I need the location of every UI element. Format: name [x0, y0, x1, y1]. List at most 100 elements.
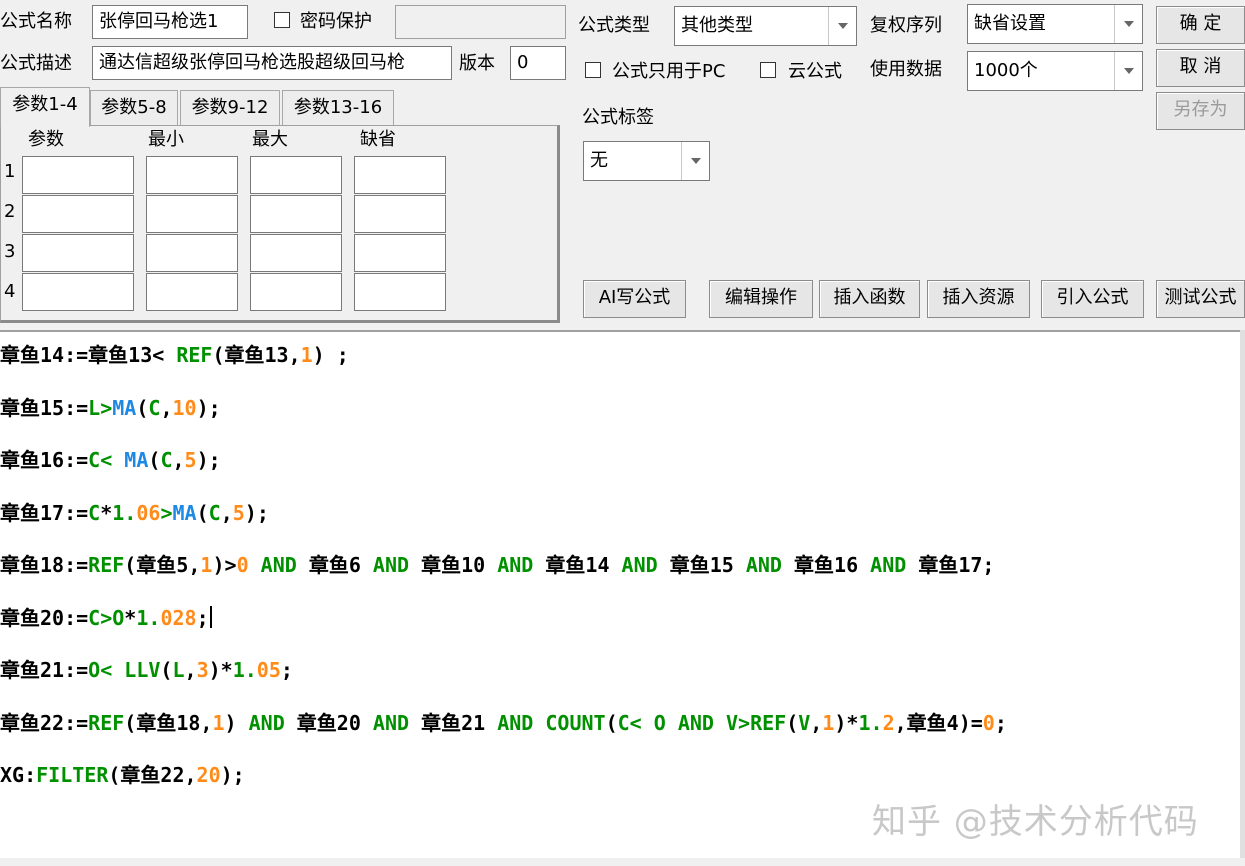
- param-default-input[interactable]: [354, 234, 446, 272]
- param-min-input[interactable]: [146, 234, 238, 272]
- code-token: 章鱼17;: [918, 553, 995, 577]
- code-token: REF: [88, 710, 125, 735]
- password-input[interactable]: [395, 5, 566, 39]
- formula-type-value: 其他类型: [681, 15, 753, 36]
- code-token: ,: [160, 395, 173, 420]
- code-token: ;: [994, 710, 1007, 735]
- code-token: 1.: [136, 605, 161, 630]
- chevron-down-icon[interactable]: [681, 142, 709, 180]
- code-token: (: [160, 658, 173, 682]
- code-token: ,: [184, 658, 197, 682]
- insert-function-button[interactable]: 插入函数: [819, 280, 920, 318]
- data-count-select[interactable]: 1000个: [967, 51, 1143, 91]
- code-token: 章鱼17:=: [0, 500, 89, 525]
- tab-params-5-8[interactable]: 参数5-8: [90, 90, 178, 126]
- param-max-input[interactable]: [250, 195, 342, 233]
- code-token: C: [208, 500, 221, 525]
- insert-resource-button[interactable]: 插入资源: [927, 280, 1030, 318]
- horizontal-scrollbar[interactable]: [0, 858, 1245, 866]
- password-label: 密码保护: [300, 11, 372, 32]
- data-count-label: 使用数据: [870, 59, 942, 80]
- tab-params-13-16[interactable]: 参数13-16: [282, 90, 394, 126]
- code-editor[interactable]: 章鱼14:=章鱼13< REF(章鱼13,1) ; 章鱼15:=L>MA(C,10…: [0, 330, 1240, 858]
- code-token: 20: [196, 763, 221, 787]
- param-header-name: 参数: [28, 129, 64, 150]
- param-default-input[interactable]: [354, 156, 446, 194]
- code-token: FILTER: [36, 763, 109, 787]
- code-token: 1.: [232, 658, 257, 682]
- formula-tag-label: 公式标签: [582, 107, 654, 128]
- version-input[interactable]: 0: [510, 46, 566, 80]
- param-min-input[interactable]: [146, 273, 238, 311]
- code-token: (: [148, 448, 161, 472]
- code-token: ;: [280, 658, 293, 682]
- param-name-input[interactable]: [22, 273, 134, 311]
- code-token: AND: [248, 553, 309, 577]
- formula-desc-input[interactable]: 通达信超级张停回马枪选股超级回马枪: [92, 46, 452, 80]
- param-row-number: 3: [4, 241, 16, 262]
- code-token: AND COUNT: [497, 710, 606, 735]
- code-line: 章鱼16:=C< MA(C,5);: [0, 447, 221, 473]
- code-token: AND: [733, 553, 795, 577]
- code-line: 章鱼17:=C*1.06>MA(C,5);: [0, 500, 269, 526]
- code-token: 3: [196, 658, 209, 682]
- param-name-input[interactable]: [22, 156, 134, 194]
- formula-name-label: 公式名称: [0, 11, 72, 32]
- code-token: (章鱼13,: [212, 343, 301, 367]
- param-max-input[interactable]: [250, 156, 342, 194]
- param-header-default: 缺省: [360, 129, 396, 150]
- param-min-input[interactable]: [146, 156, 238, 194]
- code-token: 章鱼14:=章鱼13<: [0, 343, 177, 367]
- import-formula-button[interactable]: 引入公式: [1041, 280, 1144, 318]
- pc-only-checkbox[interactable]: [585, 62, 601, 78]
- code-token: ) ;: [312, 343, 349, 367]
- code-token: C<: [88, 448, 125, 472]
- formula-name-input[interactable]: 张停回马枪选1: [92, 5, 248, 39]
- param-max-input[interactable]: [250, 273, 342, 311]
- formula-type-label: 公式类型: [578, 15, 650, 36]
- code-token: *: [100, 500, 113, 525]
- ok-button[interactable]: 确 定: [1156, 6, 1245, 44]
- param-name-input[interactable]: [22, 234, 134, 272]
- cancel-button[interactable]: 取 消: [1156, 49, 1245, 87]
- tab-params-1-4[interactable]: 参数1-4: [0, 87, 90, 127]
- password-checkbox[interactable]: [274, 12, 290, 28]
- chevron-down-icon[interactable]: [1114, 5, 1142, 43]
- param-name-input[interactable]: [22, 195, 134, 233]
- code-token: )*: [834, 710, 859, 735]
- fuquan-select[interactable]: 缺省设置: [967, 4, 1143, 44]
- code-token: 章鱼21: [421, 710, 498, 735]
- code-token: V: [798, 710, 811, 735]
- cloud-checkbox[interactable]: [760, 62, 776, 78]
- code-token: ,: [810, 710, 823, 735]
- code-token: 1: [300, 343, 313, 367]
- code-token: (: [786, 710, 799, 735]
- edit-operation-button[interactable]: 编辑操作: [709, 280, 813, 318]
- code-token: (章鱼18,: [124, 710, 213, 735]
- param-min-input[interactable]: [146, 195, 238, 233]
- code-token: );: [244, 500, 269, 525]
- test-formula-button[interactable]: 测试公式: [1156, 280, 1245, 318]
- code-token: ): [224, 710, 249, 735]
- code-token: 章鱼16: [794, 553, 859, 577]
- cloud-label: 云公式: [788, 61, 842, 82]
- code-line: XG:FILTER(章鱼22,20);: [0, 762, 245, 788]
- ai-write-formula-button[interactable]: AI写公式: [583, 280, 686, 318]
- code-token: AND: [372, 710, 422, 735]
- param-max-input[interactable]: [250, 234, 342, 272]
- data-count-value: 1000个: [974, 60, 1038, 81]
- formula-tag-select[interactable]: 无: [583, 141, 710, 181]
- save-as-button[interactable]: 另存为: [1156, 92, 1245, 130]
- formula-desc-label: 公式描述: [0, 53, 72, 74]
- chevron-down-icon[interactable]: [828, 7, 856, 45]
- param-row-number: 4: [4, 281, 16, 302]
- tab-params-9-12[interactable]: 参数9-12: [180, 90, 280, 126]
- vertical-scrollbar[interactable]: [1240, 330, 1245, 858]
- param-default-input[interactable]: [354, 195, 446, 233]
- code-token: C< O AND V>REF: [617, 710, 787, 735]
- chevron-down-icon[interactable]: [1114, 52, 1142, 90]
- formula-type-select[interactable]: 其他类型: [674, 6, 857, 46]
- param-default-input[interactable]: [354, 273, 446, 311]
- code-token: 章鱼6: [308, 553, 361, 577]
- code-token: );: [196, 448, 221, 472]
